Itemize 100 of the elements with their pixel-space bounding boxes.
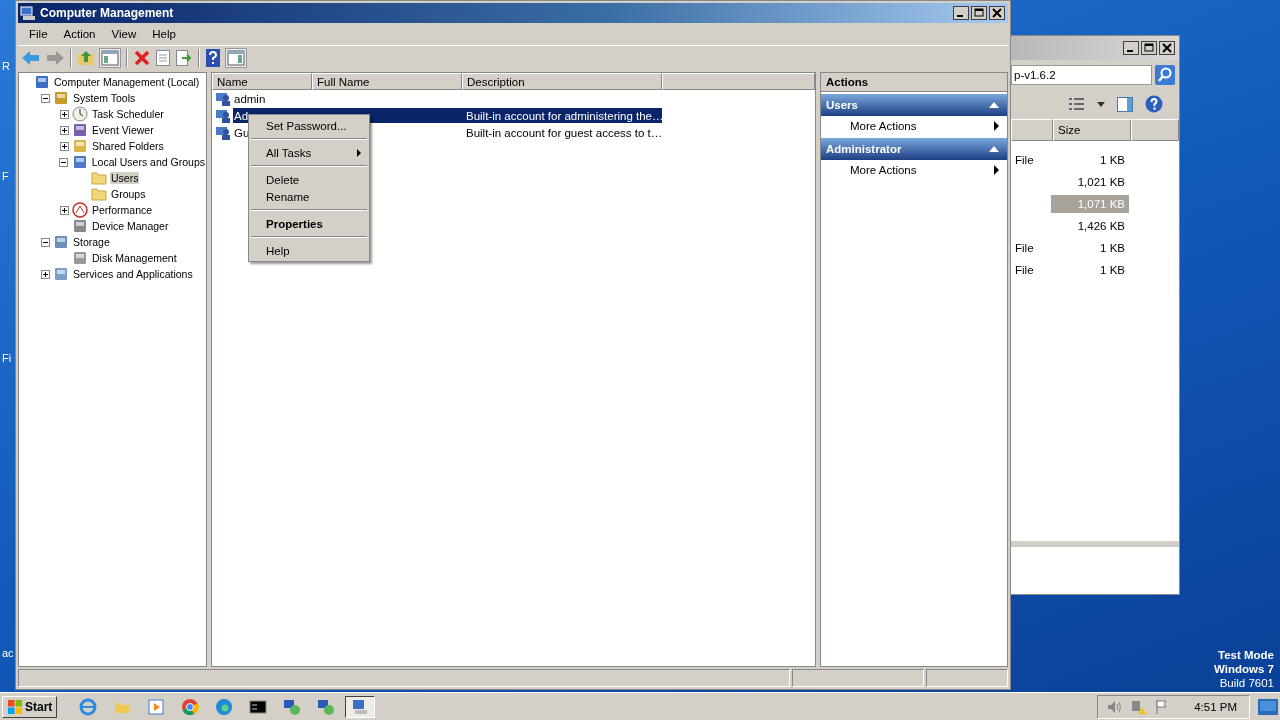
tree-item[interactable]: Services and Applications (72, 268, 194, 280)
show-desktop-icon[interactable] (1258, 698, 1278, 715)
table-cell[interactable]: Built-in account for administering the… (462, 108, 662, 123)
column-header[interactable]: Description (462, 73, 662, 90)
tree-item[interactable]: Task Scheduler (91, 108, 165, 120)
properties-icon[interactable] (156, 50, 170, 66)
tree-item[interactable]: Performance (91, 204, 154, 216)
tree-item[interactable]: Storage (72, 236, 111, 248)
windows-logo-icon (7, 698, 23, 715)
preview-pane-icon[interactable] (1117, 96, 1133, 112)
browser-icon (79, 697, 98, 716)
tree-node-icon (72, 138, 88, 154)
network-computers-icon (317, 697, 336, 716)
network-warning-icon[interactable] (1130, 698, 1147, 715)
column-header[interactable]: Full Name (312, 73, 462, 90)
tree-item[interactable]: System Tools (72, 92, 137, 104)
expander-icon[interactable] (40, 237, 50, 247)
desktop-icon-label[interactable]: ac (2, 647, 14, 659)
media-player-icon (147, 697, 166, 716)
table-cell[interactable]: Built-in account for guest access to t… (462, 125, 662, 140)
close-icon[interactable] (989, 6, 1005, 20)
computer-icon (351, 697, 370, 716)
menu-item[interactable]: Rename (266, 190, 310, 203)
tree-item[interactable]: Groups (110, 188, 147, 200)
tree-item[interactable]: Disk Management (91, 252, 178, 264)
expander-icon[interactable] (59, 205, 69, 215)
column-header[interactable]: Name (212, 73, 312, 90)
close-icon[interactable] (1159, 40, 1175, 55)
tree-item[interactable]: Device Manager (91, 220, 170, 232)
table-cell[interactable]: 1,426 KB (1051, 217, 1129, 236)
tree-node-icon (53, 266, 69, 282)
desktop-icon-label[interactable]: F (2, 170, 9, 182)
table-cell: File (1015, 242, 1034, 255)
view-list-icon[interactable] (1069, 97, 1085, 112)
tree-item[interactable]: Computer Management (Local) (53, 76, 201, 88)
window-title: Computer Management (40, 6, 174, 20)
os-notice-text: Build 7601 (1219, 676, 1274, 690)
tree-item[interactable]: Event Viewer (91, 124, 155, 136)
start-button[interactable]: Start (2, 695, 58, 718)
clock[interactable]: 4:51 PM (1194, 700, 1237, 713)
tree-item[interactable]: Local Users and Groups (90, 156, 206, 168)
tree-node-icon (53, 90, 69, 106)
menu-item[interactable]: Properties (266, 217, 323, 230)
user-icon (215, 107, 231, 124)
network-computers-icon (283, 697, 302, 716)
taskbar-app-button[interactable] (345, 695, 376, 718)
tree-node-icon (72, 122, 88, 138)
tree-item[interactable]: Shared Folders (91, 140, 165, 152)
computer-icon (20, 5, 36, 21)
menu-item[interactable]: Action (56, 26, 103, 42)
menu-item[interactable]: All Tasks (266, 146, 312, 159)
table-cell[interactable]: admin (233, 91, 312, 106)
help-icon[interactable] (206, 49, 220, 67)
maximize-icon[interactable] (971, 6, 987, 20)
tree-node-icon (72, 250, 88, 266)
tree-node-icon (72, 202, 88, 218)
expander-icon[interactable] (59, 125, 69, 135)
action-link[interactable]: More Actions (821, 116, 1007, 136)
collapse-arrow-icon[interactable] (989, 146, 999, 152)
action-pane-icon[interactable] (226, 49, 246, 67)
export-icon[interactable] (176, 50, 192, 66)
tree-pane-icon[interactable] (100, 49, 120, 67)
expander-icon[interactable] (59, 109, 69, 119)
folder-up-icon[interactable] (78, 50, 94, 66)
menu-item[interactable]: View (104, 26, 144, 42)
help-icon[interactable] (1145, 95, 1163, 114)
table-cell[interactable]: 1,021 KB (1051, 173, 1129, 192)
minimize-icon[interactable] (953, 6, 969, 20)
expander-icon[interactable] (59, 157, 69, 167)
collapse-arrow-icon[interactable] (989, 102, 999, 108)
tree-node-icon (53, 234, 69, 250)
caret-icon[interactable] (1097, 101, 1105, 107)
tree-item[interactable]: Users (110, 172, 140, 184)
section-header[interactable]: Administrator (821, 138, 1007, 160)
submenu-arrow-icon (994, 165, 999, 175)
expander-icon[interactable] (40, 93, 50, 103)
menu-item[interactable]: Help (145, 26, 183, 42)
action-link[interactable]: More Actions (821, 160, 1007, 180)
desktop-icon-label[interactable]: R (2, 60, 10, 72)
expander-icon[interactable] (40, 269, 50, 279)
menu-item[interactable]: Set Password... (266, 119, 347, 132)
console-icon (249, 697, 268, 716)
tree-node-icon (72, 218, 88, 234)
table-cell: File (1015, 264, 1034, 277)
maximize-icon[interactable] (1141, 40, 1157, 55)
column-header[interactable]: Size (1053, 119, 1131, 142)
menu-item[interactable]: Delete (266, 173, 300, 186)
table-cell[interactable]: 1 KB (1051, 151, 1129, 170)
tree-node-icon (71, 154, 88, 170)
section-header[interactable]: Users (821, 94, 1007, 116)
minimize-icon[interactable] (1123, 40, 1139, 55)
expander-icon[interactable] (59, 141, 69, 151)
menu-item[interactable]: Help (266, 244, 290, 257)
search-field[interactable]: p-v1.6.2 (1011, 64, 1152, 85)
table-cell[interactable]: 1 KB (1051, 261, 1129, 280)
table-cell[interactable]: 1 KB (1051, 239, 1129, 258)
menu-item[interactable]: File (22, 26, 55, 42)
search-icon[interactable] (1155, 64, 1175, 85)
desktop-icon-label[interactable]: Fi (2, 352, 12, 364)
delete-icon[interactable] (134, 50, 150, 66)
